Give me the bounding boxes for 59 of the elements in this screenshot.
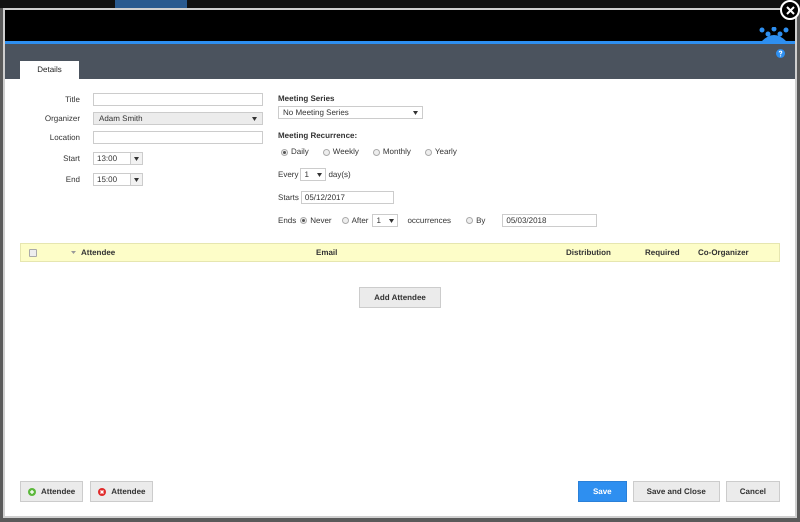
caret-icon bbox=[134, 178, 139, 182]
plus-circle-icon bbox=[28, 488, 36, 496]
radio-label: After bbox=[352, 214, 368, 226]
radio-label: Daily bbox=[291, 146, 309, 158]
add-attendee-button[interactable]: Attendee bbox=[20, 481, 84, 502]
input-field[interactable] bbox=[93, 93, 263, 106]
radio-button[interactable] bbox=[424, 148, 432, 156]
caret-icon bbox=[134, 156, 139, 160]
count-dropdown[interactable]: 1 bbox=[372, 214, 398, 227]
section-label: Meeting Series bbox=[278, 93, 336, 105]
field-label: Title bbox=[64, 94, 80, 106]
field-label: Location bbox=[48, 132, 80, 144]
caret-icon bbox=[389, 218, 394, 222]
time-dropdown[interactable]: 15:00 bbox=[93, 173, 143, 186]
radio-button[interactable] bbox=[281, 148, 288, 156]
column-header[interactable]: Distribution bbox=[566, 246, 645, 258]
radio-button[interactable] bbox=[372, 148, 380, 156]
radio-label: Weekly bbox=[332, 146, 359, 158]
radio-button[interactable] bbox=[342, 217, 349, 224]
add-attendee-button[interactable]: Add Attendee bbox=[359, 287, 441, 308]
x-circle-icon bbox=[98, 488, 106, 496]
radio-label: Yearly bbox=[434, 146, 457, 158]
series-dropdown[interactable]: No Meeting Series bbox=[278, 106, 423, 119]
close-icon bbox=[786, 6, 794, 14]
organizer-dropdown[interactable]: Adam Smith bbox=[93, 112, 263, 125]
time-dropdown[interactable]: 13:00 bbox=[93, 152, 143, 165]
caret-icon bbox=[317, 172, 322, 176]
caret-icon bbox=[252, 116, 257, 120]
column-header[interactable]: Co-Organizer bbox=[698, 246, 779, 258]
radio-button[interactable] bbox=[300, 217, 308, 224]
field-label: End bbox=[64, 174, 80, 186]
footer-button[interactable]: Cancel bbox=[726, 481, 780, 502]
column-header[interactable]: Email bbox=[316, 246, 566, 258]
date-field[interactable]: 05/12/2017 bbox=[300, 191, 394, 204]
footer-button[interactable]: Save and Close bbox=[632, 481, 720, 502]
section-label: Meeting Recurrence: bbox=[278, 130, 358, 142]
unit-label: day(s) bbox=[328, 168, 351, 180]
interval-dropdown[interactable]: 1 bbox=[300, 168, 326, 181]
radio-button[interactable] bbox=[466, 217, 474, 224]
caret-icon bbox=[413, 110, 418, 114]
remove-attendee-button[interactable]: Attendee bbox=[90, 481, 154, 502]
field-label: Start bbox=[62, 152, 80, 164]
field-label: Every bbox=[278, 168, 298, 180]
radio-label: Monthly bbox=[382, 146, 411, 158]
field-label: Organizer bbox=[44, 112, 80, 124]
radio-button[interactable] bbox=[322, 148, 330, 156]
field-label: Starts bbox=[278, 192, 299, 204]
radio-label: Never bbox=[310, 214, 332, 226]
field-label: Ends bbox=[278, 214, 296, 226]
sort-caret-icon bbox=[71, 251, 76, 254]
select-all-checkbox[interactable] bbox=[29, 248, 37, 256]
column-header[interactable]: Attendee bbox=[71, 246, 316, 258]
radio-label: By bbox=[476, 214, 486, 226]
tab[interactable]: Details bbox=[20, 61, 79, 79]
unit-label: occurrences bbox=[407, 214, 452, 226]
date-field[interactable]: 05/03/2018 bbox=[502, 214, 598, 227]
column-header[interactable]: Required bbox=[645, 246, 698, 258]
help-icon[interactable] bbox=[776, 49, 785, 58]
input-field[interactable] bbox=[93, 131, 263, 144]
